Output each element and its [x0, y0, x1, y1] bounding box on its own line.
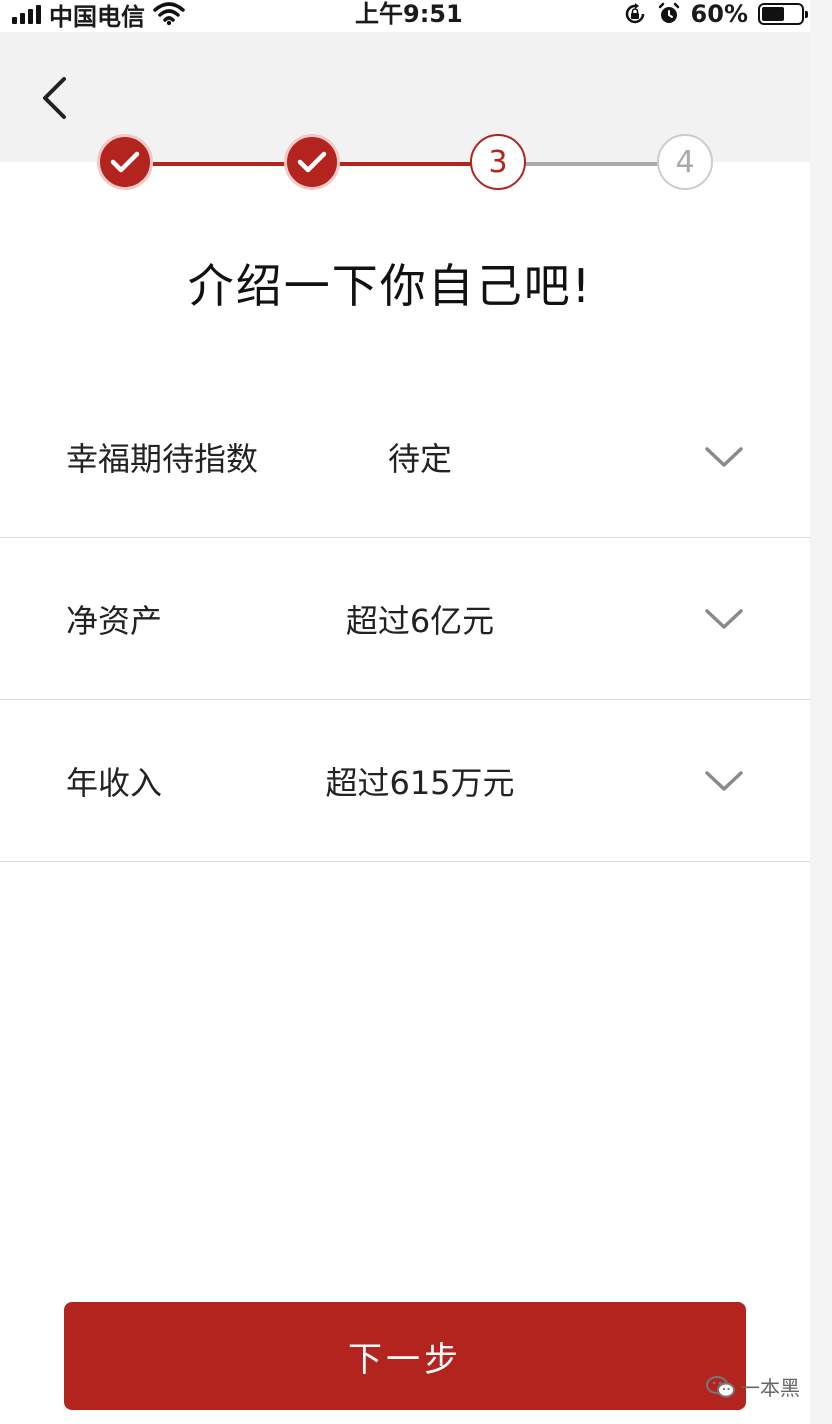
- form-row-net-assets[interactable]: 净资产 超过6亿元: [0, 538, 810, 700]
- step-1-completed: [97, 134, 153, 190]
- chevron-down-icon[interactable]: [704, 376, 744, 537]
- signal-icon: [12, 4, 41, 24]
- carrier-name: 中国电信: [49, 2, 145, 31]
- chevron-down-icon[interactable]: [704, 538, 744, 699]
- step-4-pending: 4: [657, 134, 713, 190]
- row-label: 幸福期待指数: [66, 439, 259, 478]
- row-label: 净资产: [66, 601, 163, 640]
- checkmark-icon: [110, 151, 140, 173]
- battery-icon: [758, 3, 808, 25]
- status-left: 中国电信: [12, 0, 185, 31]
- checkmark-icon: [297, 151, 327, 173]
- battery-percent: 60%: [690, 0, 748, 28]
- step-connector-1-2: [152, 162, 286, 166]
- step-connector-2-3: [338, 162, 472, 166]
- status-right: 60%: [623, 0, 808, 28]
- edge-strip: [810, 0, 832, 1424]
- progress-stepper: 3 4: [0, 134, 810, 194]
- wechat-watermark: 一本黑: [706, 1372, 800, 1401]
- alarm-icon: [658, 2, 679, 23]
- chevron-down-icon[interactable]: [704, 700, 744, 861]
- status-bar: 中国电信 上午9:51 60%: [0, 0, 810, 32]
- row-label: 年收入: [66, 763, 163, 802]
- app-screen: 中国电信 上午9:51 60% 3 4 介绍一下你自己吧! 幸福期待指数 待定 …: [0, 0, 810, 1424]
- page-title: 介绍一下你自己吧!: [187, 259, 593, 313]
- step-2-completed: [284, 134, 340, 190]
- watermark-text: 一本黑: [740, 1376, 800, 1400]
- chevron-left-icon: [43, 77, 66, 119]
- row-value: 超过615万元: [325, 763, 515, 802]
- back-button[interactable]: [32, 72, 76, 124]
- form-row-annual-income[interactable]: 年收入 超过615万元: [0, 700, 810, 862]
- orientation-lock-icon: [625, 3, 644, 24]
- row-value: 待定: [387, 439, 452, 478]
- step-3-current: 3: [470, 134, 526, 190]
- row-value: 超过6亿元: [345, 601, 495, 640]
- wifi-icon: [153, 2, 185, 26]
- next-step-button[interactable]: 下一步: [64, 1302, 746, 1410]
- status-time: 上午9:51: [355, 0, 463, 28]
- form-row-happiness-index[interactable]: 幸福期待指数 待定: [0, 376, 810, 538]
- step-connector-3-4: [524, 162, 658, 166]
- wechat-icon: [706, 1375, 735, 1397]
